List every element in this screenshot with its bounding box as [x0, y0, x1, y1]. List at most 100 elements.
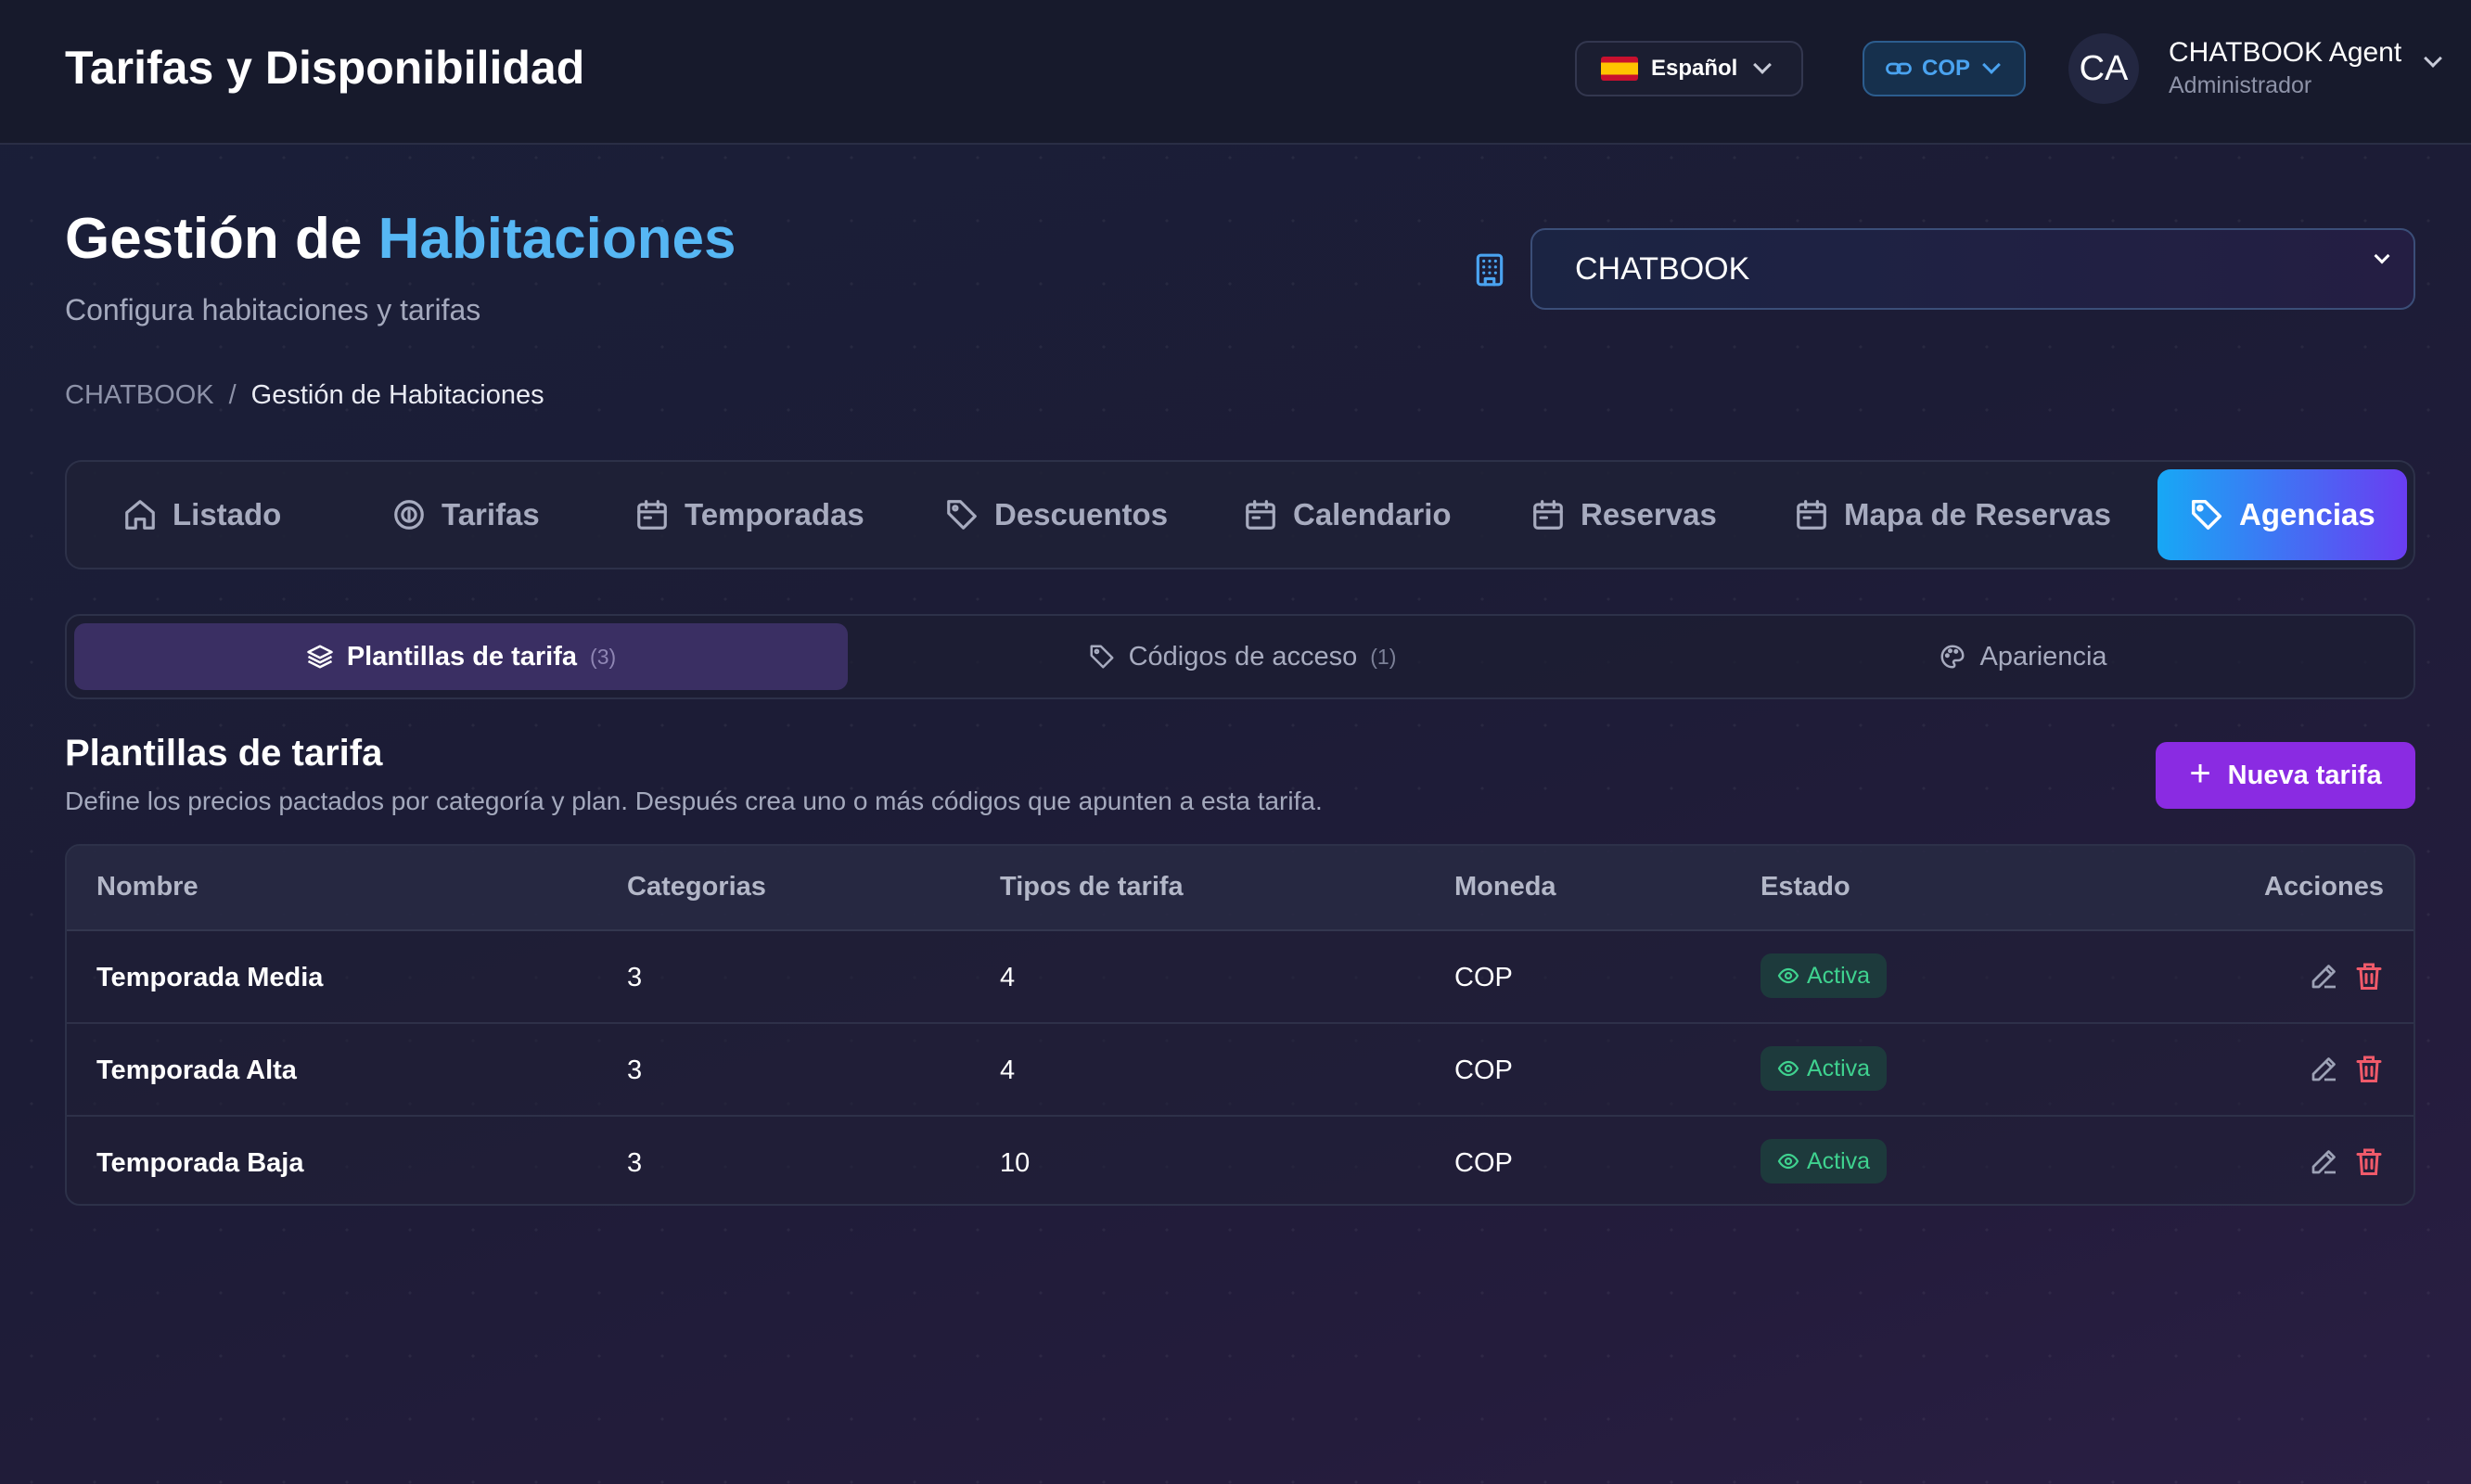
- cell-currency: COP: [1454, 1148, 1513, 1178]
- tab-label: Mapa de Reservas: [1844, 497, 2111, 531]
- breadcrumb-root[interactable]: CHATBOOK: [65, 380, 214, 411]
- tab-label: Calendario: [1293, 497, 1452, 531]
- main-tabs: Listado Tarifas Temporadas Descuentos Ca…: [65, 460, 2415, 569]
- tab-reservas[interactable]: Reservas: [1530, 462, 1717, 568]
- subtab-apariencia[interactable]: Apariencia: [1636, 623, 2410, 690]
- section-title: Plantillas de tarifa: [65, 733, 383, 774]
- section-description: Define los precios pactados por categorí…: [65, 787, 1323, 815]
- new-rate-button[interactable]: + Nueva tarifa: [2156, 742, 2415, 809]
- column-header: Categorias: [627, 872, 766, 902]
- chevron-down-icon: [1982, 56, 2001, 74]
- page-title-part1: Gestión de: [65, 207, 363, 271]
- cell-name: Temporada Baja: [96, 1148, 304, 1178]
- eye-icon: [1777, 1060, 1799, 1077]
- tab-label: Agencias: [2239, 497, 2375, 531]
- breadcrumb: CHATBOOK / Gestión de Habitaciones: [65, 380, 544, 411]
- tab-agencias[interactable]: Agencias: [2157, 469, 2407, 560]
- user-role: Administrador: [2169, 72, 2312, 98]
- eye-icon: [1777, 1153, 1799, 1170]
- page-subtitle: Configura habitaciones y tarifas: [65, 293, 481, 326]
- column-header: Nombre: [96, 872, 198, 902]
- table-header: Nombre Categorias Tipos de tarifa Moneda…: [67, 846, 2413, 931]
- cell-categories: 3: [627, 1148, 643, 1178]
- status-badge: Activa: [1760, 953, 1888, 998]
- tab-calendario[interactable]: Calendario: [1243, 462, 1452, 568]
- tab-label: Listado: [173, 497, 282, 531]
- subtab-codigos[interactable]: Códigos de acceso (1): [855, 623, 1629, 690]
- tab-label: Descuentos: [994, 497, 1169, 531]
- table-row: Temporada Alta 3 4 COP Activa: [67, 1026, 2413, 1117]
- trash-icon[interactable]: [2352, 959, 2386, 992]
- tab-mapa-de-reservas[interactable]: Mapa de Reservas: [1794, 462, 2111, 568]
- tab-label: Tarifas: [442, 497, 540, 531]
- new-rate-button-label: Nueva tarifa: [2227, 760, 2382, 790]
- palette-icon: [1941, 645, 1965, 669]
- plus-icon: +: [2189, 752, 2211, 794]
- calendar-icon: [1246, 500, 1275, 530]
- edit-icon[interactable]: [2308, 959, 2341, 992]
- tab-tarifas[interactable]: Tarifas: [391, 462, 540, 568]
- tab-label: Reservas: [1581, 497, 1717, 531]
- eye-icon: [1777, 967, 1799, 984]
- cell-categories: 3: [627, 963, 643, 992]
- link-icon: [1886, 62, 1912, 75]
- table-row: Temporada Baja 3 10 COP Activa: [67, 1119, 2413, 1204]
- cell-currency: COP: [1454, 963, 1513, 992]
- top-bar: Tarifas y Disponibilidad Español COP CA …: [0, 0, 2471, 145]
- cell-categories: 3: [627, 1055, 643, 1085]
- subtab-label: Apariencia: [1979, 641, 2107, 672]
- trash-icon[interactable]: [2352, 1145, 2386, 1178]
- app-title: Tarifas y Disponibilidad: [65, 42, 585, 94]
- tag-icon: [2192, 500, 2221, 530]
- avatar[interactable]: CA: [2068, 33, 2139, 104]
- cell-name: Temporada Media: [96, 963, 324, 992]
- breadcrumb-separator: /: [228, 380, 237, 410]
- language-selector[interactable]: Español: [1575, 41, 1803, 96]
- column-header: Acciones: [2264, 872, 2384, 902]
- hotel-select-value: CHATBOOK: [1575, 250, 1750, 287]
- layers-icon: [307, 645, 333, 669]
- page-title: Gestión de Habitaciones: [65, 206, 736, 272]
- subtab-plantillas[interactable]: Plantillas de tarifa (3): [74, 623, 848, 690]
- currency-label: COP: [1922, 56, 1971, 81]
- column-header: Tipos de tarifa: [1000, 872, 1184, 902]
- calendar-icon: [1533, 500, 1563, 530]
- column-header: Moneda: [1454, 872, 1556, 902]
- coin-icon: [394, 500, 424, 530]
- tag-icon: [947, 500, 977, 530]
- trash-icon[interactable]: [2352, 1052, 2386, 1085]
- tab-descuentos[interactable]: Descuentos: [944, 462, 1168, 568]
- edit-icon[interactable]: [2308, 1145, 2341, 1178]
- edit-icon[interactable]: [2308, 1052, 2341, 1085]
- rate-templates-table: Nombre Categorias Tipos de tarifa Moneda…: [65, 844, 2415, 1206]
- page-title-highlight: Habitaciones: [378, 207, 736, 271]
- sub-tabs: Plantillas de tarifa (3) Códigos de acce…: [65, 614, 2415, 699]
- status-badge: Activa: [1760, 1139, 1888, 1183]
- tab-temporadas[interactable]: Temporadas: [634, 462, 864, 568]
- user-menu-chevron-icon[interactable]: [2424, 49, 2442, 68]
- home-icon: [125, 500, 155, 530]
- subtab-label: Plantillas de tarifa: [346, 641, 578, 672]
- tag-icon: [1090, 645, 1114, 669]
- subtab-count: (1): [1370, 644, 1397, 669]
- user-name[interactable]: CHATBOOK Agent: [2169, 37, 2401, 69]
- chevron-down-icon: [1753, 56, 1773, 74]
- subtab-count: (3): [590, 644, 617, 669]
- calendar-icon: [1797, 500, 1826, 530]
- currency-selector[interactable]: COP: [1863, 41, 2026, 96]
- subtab-label: Códigos de acceso: [1128, 641, 1358, 672]
- status-label: Activa: [1807, 1147, 1871, 1174]
- cell-rate-types: 10: [1000, 1148, 1031, 1178]
- cell-rate-types: 4: [1000, 1055, 1016, 1085]
- table-row: Temporada Media 3 4 COP Activa: [67, 933, 2413, 1024]
- column-header: Estado: [1760, 872, 1850, 902]
- tab-listado[interactable]: Listado: [122, 462, 281, 568]
- tab-label: Temporadas: [685, 497, 864, 531]
- breadcrumb-current: Gestión de Habitaciones: [250, 380, 544, 410]
- status-badge: Activa: [1760, 1046, 1888, 1091]
- cell-name: Temporada Alta: [96, 1055, 297, 1085]
- chevron-down-icon: [2374, 248, 2390, 264]
- hotel-select[interactable]: CHATBOOK: [1530, 228, 2415, 310]
- status-label: Activa: [1807, 1055, 1871, 1081]
- building-icon: [1476, 253, 1504, 287]
